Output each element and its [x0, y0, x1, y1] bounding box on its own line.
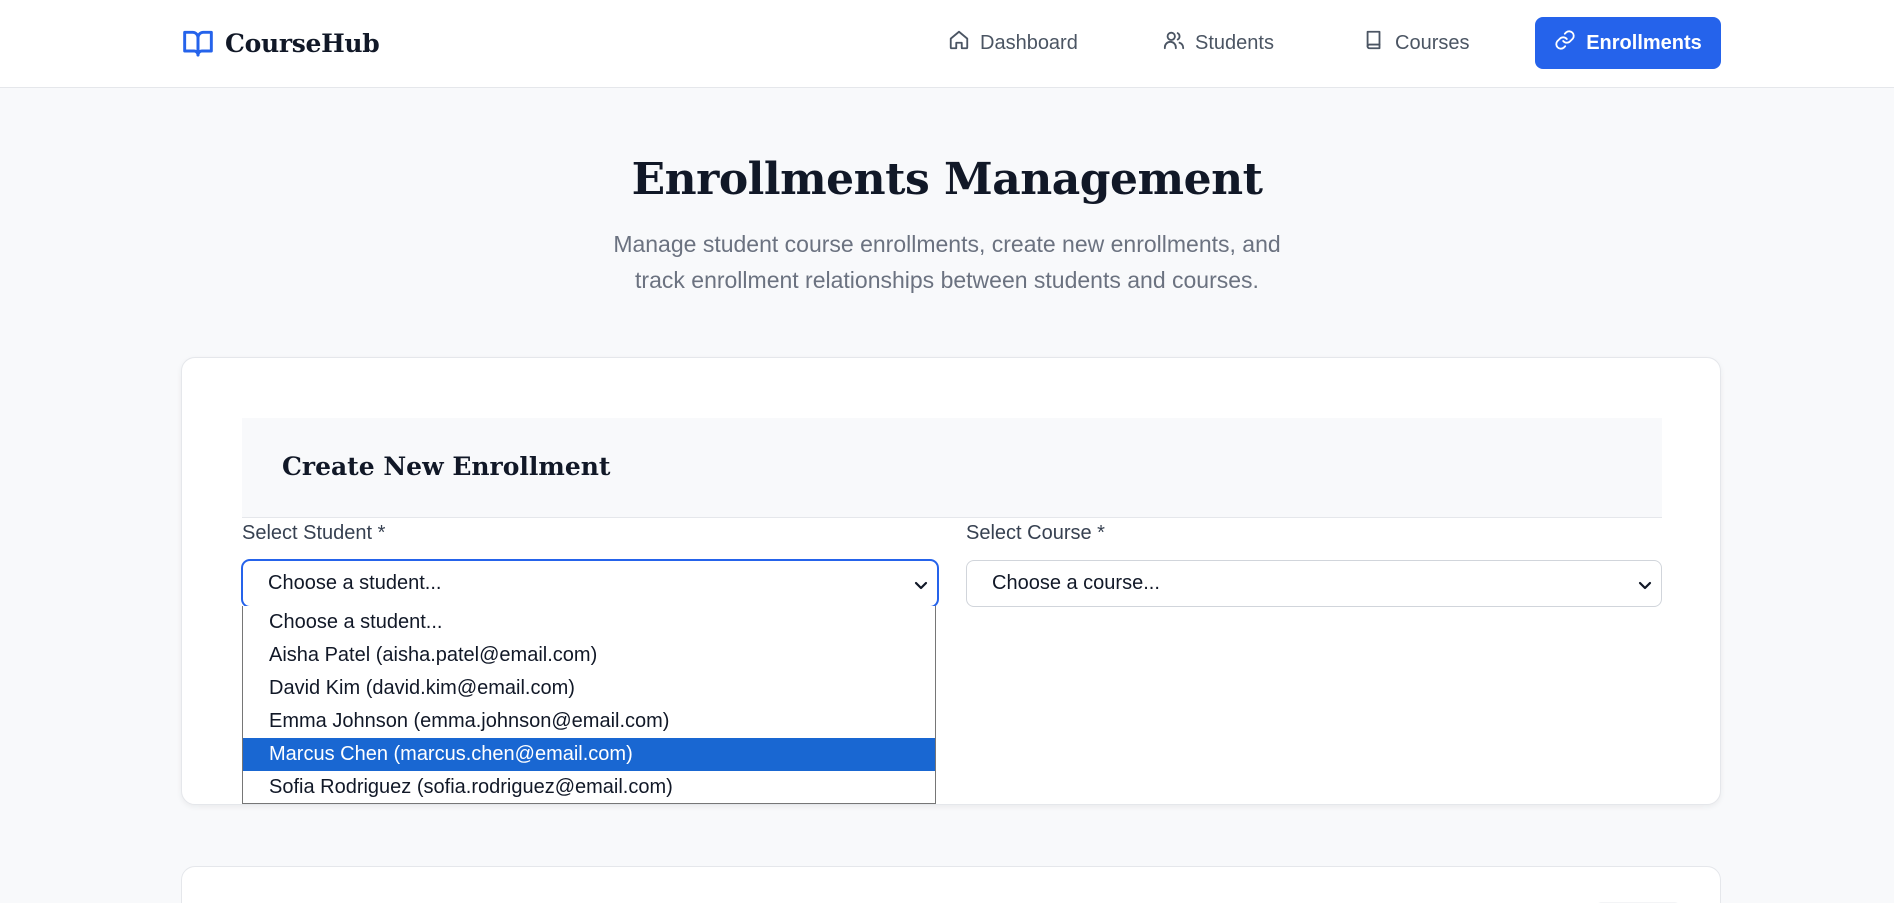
student-dropdown-list: Choose a student... Aisha Patel (aisha.p…	[242, 606, 936, 804]
home-icon	[948, 29, 970, 57]
main-nav: Dashboard Students Courses Enrollments	[0, 17, 1894, 69]
chevron-down-icon	[1637, 576, 1653, 592]
student-select-label: Select Student *	[242, 522, 386, 544]
student-select[interactable]: Choose a student...	[242, 560, 938, 607]
nav-dashboard-label: Dashboard	[980, 31, 1078, 54]
student-option[interactable]: Choose a student...	[243, 606, 935, 639]
book-icon	[1363, 29, 1385, 57]
top-navbar: CourseHub Dashboard Students Courses Enr…	[0, 0, 1894, 88]
card-header: Create New Enrollment	[242, 418, 1662, 518]
nav-students-label: Students	[1195, 31, 1274, 54]
link-icon	[1554, 29, 1576, 57]
course-select-value: Choose a course...	[992, 572, 1160, 594]
card-title: Create New Enrollment	[282, 452, 611, 481]
student-option[interactable]: Emma Johnson (emma.johnson@email.com)	[243, 705, 935, 738]
student-select-value: Choose a student...	[268, 572, 442, 594]
nav-courses[interactable]: Courses	[1363, 17, 1469, 69]
student-option-highlighted[interactable]: Marcus Chen (marcus.chen@email.com)	[243, 738, 935, 771]
nav-enrollments[interactable]: Enrollments	[1535, 17, 1721, 69]
users-icon	[1163, 29, 1185, 57]
student-option[interactable]: David Kim (david.kim@email.com)	[243, 672, 935, 705]
enrollments-list-card	[181, 866, 1721, 903]
page-title: Enrollments Management	[631, 154, 1263, 205]
nav-courses-label: Courses	[1395, 31, 1470, 54]
student-option[interactable]: Sofia Rodriguez (sofia.rodriguez@email.c…	[243, 771, 935, 804]
chevron-down-icon	[913, 576, 929, 592]
student-option[interactable]: Aisha Patel (aisha.patel@email.com)	[243, 639, 935, 672]
course-select-label: Select Course *	[966, 522, 1105, 544]
course-select[interactable]: Choose a course...	[966, 560, 1662, 607]
nav-enrollments-label: Enrollments	[1586, 31, 1702, 54]
nav-dashboard[interactable]: Dashboard	[948, 17, 1078, 69]
nav-students[interactable]: Students	[1163, 17, 1274, 69]
page-subtitle: Manage student course enrollments, creat…	[613, 231, 1281, 293]
